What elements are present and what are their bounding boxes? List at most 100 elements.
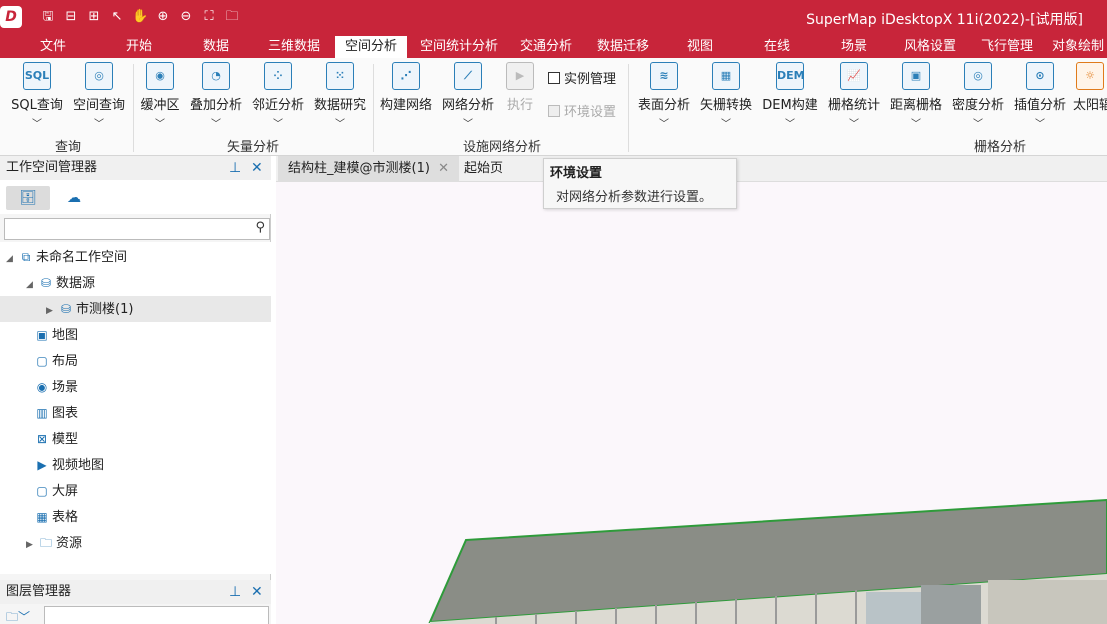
menu-data-migration[interactable]: 数据迁移	[591, 36, 655, 58]
spatial-query-icon: ◎	[85, 62, 113, 90]
cloud-workspace-icon[interactable]: ☁	[52, 186, 96, 210]
menu-file[interactable]: 文件	[30, 36, 76, 58]
layer-search-input[interactable]	[44, 606, 269, 624]
tree-node-datasources[interactable]: ◢ ⛁ 数据源	[26, 270, 95, 296]
datasource-icon: ⛁	[60, 302, 72, 316]
execute-button[interactable]: ▶ 执行	[502, 62, 538, 113]
convert-icon: ▦	[712, 62, 740, 90]
menu-object-draw[interactable]: 对象绘制	[1052, 36, 1107, 58]
chevron-down-icon: ﹀	[785, 119, 795, 130]
menu-start[interactable]: 开始	[116, 36, 162, 58]
chevron-down-icon: ﹀	[463, 119, 473, 130]
menu-style[interactable]: 风格设置	[898, 36, 962, 58]
workspace-tree: ◢ ⧉ 未命名工作空间 ◢ ⛁ 数据源 ▶ ⛁ 市测楼(1) ▣ 地图 ▢ 布局 ◉ 场景 ▥ 图表…	[0, 242, 271, 574]
app-title: SuperMap iDesktopX 11i(2022)-[试用版]	[806, 12, 1083, 28]
save-icon[interactable]: 🖫	[40, 9, 56, 25]
tree-node-layouts[interactable]: ▢ 布局	[34, 348, 78, 374]
close-icon[interactable]: ✕	[251, 156, 263, 180]
workspace-view-icon[interactable]: 🗄	[6, 186, 50, 210]
tree-node-scenes[interactable]: ◉ 场景	[34, 374, 78, 400]
tree-node-maps[interactable]: ▣ 地图	[34, 322, 78, 348]
menu-traffic[interactable]: 交通分析	[514, 36, 578, 58]
close-icon[interactable]: ✕	[251, 580, 263, 604]
model-icon: ⊠	[36, 432, 48, 446]
tab-start-page[interactable]: 起始页	[454, 156, 513, 182]
pan-icon[interactable]: ✋	[132, 9, 148, 25]
proximity-analysis-button[interactable]: ⁘ 邻近分析 ﹀	[250, 62, 306, 130]
menu-spatial-analysis[interactable]: 空间分析	[335, 36, 407, 58]
checkbox-box	[548, 71, 560, 84]
close-tab-icon[interactable]: ✕	[438, 161, 449, 176]
menu-online[interactable]: 在线	[754, 36, 800, 58]
density-icon: ◎	[964, 62, 992, 90]
workspace-manager-header: 工作空间管理器 ⊥ ✕	[0, 156, 271, 180]
menu-flight[interactable]: 飞行管理	[975, 36, 1039, 58]
spatial-query-button[interactable]: ◎ 空间查询 ﹀	[70, 62, 128, 130]
build-network-button[interactable]: ⋰ 构建网络	[378, 62, 434, 113]
menu-data[interactable]: 数据	[193, 36, 239, 58]
tree-node-charts[interactable]: ▥ 图表	[34, 400, 78, 426]
surface-icon: ≋	[650, 62, 678, 90]
ribbon: SQL SQL查询 ﹀ ◎ 空间查询 ﹀ 查询 ◉ 缓冲区 ﹀ ◔ 叠加分析 ﹀…	[0, 58, 1107, 156]
vector-raster-convert-button[interactable]: ▦ 矢栅转换 ﹀	[697, 62, 755, 130]
workspace-manager-panel: 工作空间管理器 ⊥ ✕ 🗄 ☁ ⚲ ◢ ⧉ 未命名工作空间 ◢ ⛁ 数据源 ▶ ⛁ 市测楼(…	[0, 156, 271, 624]
sql-query-button[interactable]: SQL SQL查询 ﹀	[8, 62, 66, 130]
tree-node-big-screens[interactable]: ▢ 大屏	[34, 478, 78, 504]
layer-filter-icon[interactable]: 🗀﹀	[6, 608, 30, 624]
map-icon: ▣	[36, 328, 48, 342]
folder-icon[interactable]: 🗀	[224, 9, 240, 25]
distance-raster-button[interactable]: ▣ 距离栅格 ﹀	[887, 62, 945, 130]
search-icon[interactable]: ⚲	[255, 220, 265, 235]
raster-statistics-button[interactable]: 📈 栅格统计 ﹀	[825, 62, 883, 130]
expand-arrow-icon[interactable]: ▶	[26, 532, 38, 558]
tree-node-video-maps[interactable]: ▶ 视频地图	[34, 452, 104, 478]
open-icon[interactable]: ⊟	[63, 9, 79, 25]
workspace-icon: ⧉	[21, 250, 31, 264]
solar-radiation-button[interactable]: ☼ 太阳辐	[1073, 62, 1107, 113]
zoom-out-icon[interactable]: ⊖	[178, 9, 194, 25]
data-research-button[interactable]: ⁙ 数据研究 ﹀	[312, 62, 368, 130]
tree-node-tables[interactable]: ▦ 表格	[34, 504, 78, 530]
zoom-in-icon[interactable]: ⊕	[155, 9, 171, 25]
pin-icon[interactable]: ⊥	[229, 580, 241, 604]
fullextent-icon[interactable]: ⛶	[201, 9, 217, 25]
tab-scene-document[interactable]: 结构柱_建模@市测楼(1) ✕	[278, 156, 459, 182]
environment-settings-checkbox[interactable]: 环境设置	[548, 101, 616, 120]
menu-view[interactable]: 视图	[677, 36, 723, 58]
workspace-search-input[interactable]: ⚲	[4, 218, 270, 240]
chevron-down-icon: ﹀	[32, 119, 42, 130]
menu-3d-data[interactable]: 三维数据	[262, 36, 326, 58]
menu-scene[interactable]: 场景	[831, 36, 877, 58]
statistics-icon: 📈	[840, 62, 868, 90]
network-analysis-button[interactable]: ⟋ 网络分析 ﹀	[440, 62, 496, 130]
app-window: D 🖫 ⊟ ⊞ ↖ ✋ ⊕ ⊖ ⛶ 🗀 SuperMap iDesktopX 1…	[0, 0, 1107, 624]
chevron-down-icon: ﹀	[911, 119, 921, 130]
expand-arrow-icon[interactable]: ▶	[46, 298, 58, 324]
overlay-analysis-button[interactable]: ◔ 叠加分析 ﹀	[188, 62, 244, 130]
instance-manager-checkbox[interactable]: 实例管理	[548, 68, 616, 87]
layer-manager-panel: 图层管理器 ⊥ ✕ 🗀﹀	[0, 580, 271, 624]
density-analysis-button[interactable]: ◎ 密度分析 ﹀	[949, 62, 1007, 130]
group-facility-network: 设施网络分析	[462, 140, 541, 155]
tree-node-datasource-citybuilding[interactable]: ▶ ⛁ 市测楼(1)	[46, 296, 133, 322]
pin-icon[interactable]: ⊥	[229, 156, 241, 180]
video-map-icon: ▶	[37, 458, 47, 472]
tree-node-workspace[interactable]: ◢ ⧉ 未命名工作空间	[6, 244, 127, 270]
execute-icon: ▶	[506, 62, 534, 90]
menu-spatial-stats[interactable]: 空间统计分析	[414, 36, 504, 58]
big-screen-icon: ▢	[36, 484, 48, 498]
interpolation-analysis-button[interactable]: ⊙ 插值分析 ﹀	[1011, 62, 1069, 130]
scene-view[interactable]	[276, 182, 1107, 624]
export-icon[interactable]: ⊞	[86, 9, 102, 25]
surface-analysis-button[interactable]: ≋ 表面分析 ﹀	[635, 62, 693, 130]
collapse-arrow-icon[interactable]: ◢	[26, 272, 38, 298]
dem-build-button[interactable]: DEM DEM构建 ﹀	[760, 62, 820, 130]
collapse-arrow-icon[interactable]: ◢	[6, 246, 18, 272]
tooltip-description: 对网络分析参数进行设置。	[556, 190, 713, 205]
select-icon[interactable]: ↖	[109, 9, 125, 25]
tree-node-resources[interactable]: ▶ 🗀 资源	[26, 530, 82, 556]
chevron-down-icon: ﹀	[973, 119, 983, 130]
buffer-button[interactable]: ◉ 缓冲区 ﹀	[137, 62, 183, 130]
scene-icon: ◉	[36, 380, 48, 394]
tree-node-models[interactable]: ⊠ 模型	[34, 426, 78, 452]
